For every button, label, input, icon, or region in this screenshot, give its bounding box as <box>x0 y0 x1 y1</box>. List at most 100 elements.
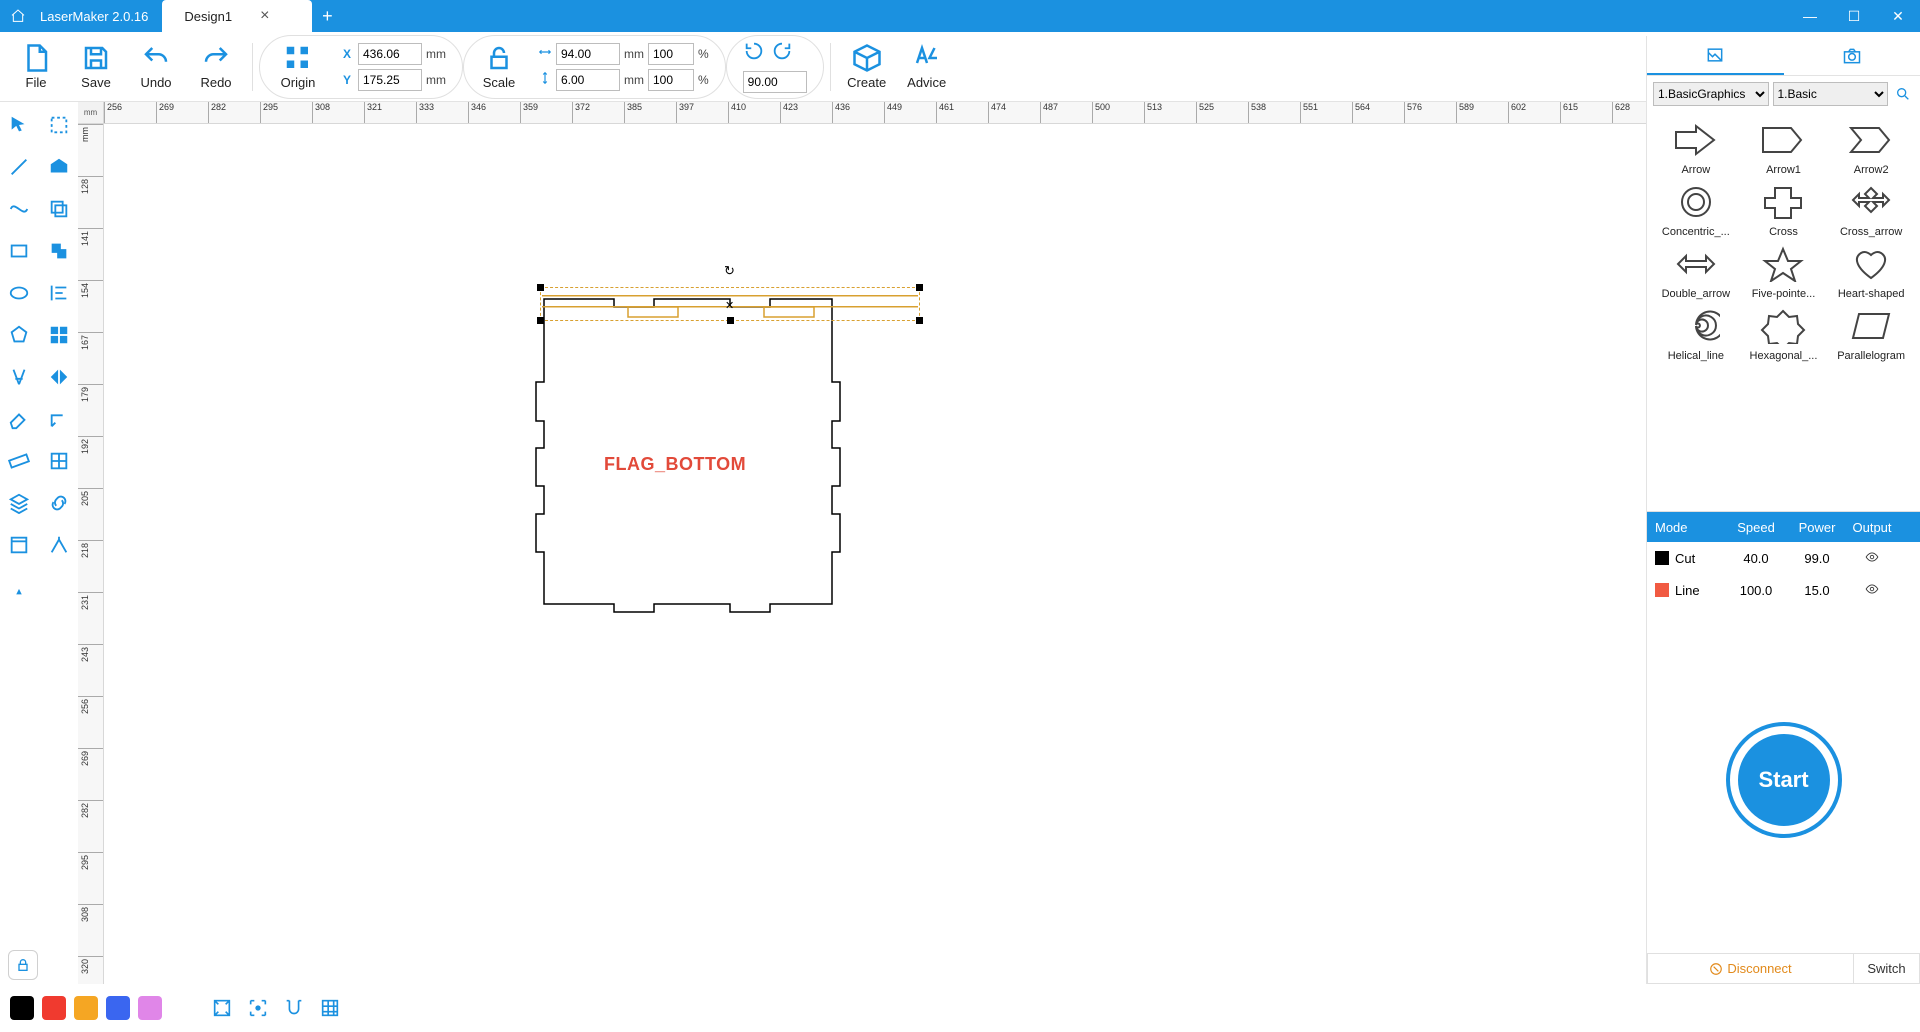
scale-lock-button[interactable]: Scale <box>474 35 524 99</box>
color-swatch[interactable] <box>10 996 34 1020</box>
tab-camera[interactable] <box>1784 36 1920 75</box>
left-toolbox <box>0 102 78 984</box>
line-tool[interactable] <box>8 156 30 178</box>
origin-button[interactable]: Origin <box>270 35 326 99</box>
duplicate-tool[interactable] <box>48 198 70 220</box>
y-label: Y <box>340 73 354 87</box>
tab-title: Design1 <box>184 9 232 24</box>
rotate-cw-icon[interactable] <box>771 40 793 65</box>
create-button[interactable]: Create <box>837 35 897 99</box>
maximize-button[interactable]: ☐ <box>1832 0 1876 32</box>
marquee-tool[interactable] <box>48 114 70 136</box>
group-rotate <box>726 35 824 99</box>
visibility-icon[interactable] <box>1863 582 1881 599</box>
ruler-tool[interactable] <box>8 450 30 472</box>
home-button[interactable] <box>0 0 36 32</box>
canvas-lock-button[interactable] <box>8 950 38 980</box>
shape-item[interactable]: Hexagonal_... <box>1741 302 1827 362</box>
fit-view-icon[interactable] <box>208 994 236 1022</box>
shape-item[interactable]: Helical_line <box>1653 302 1739 362</box>
laser-tool[interactable] <box>8 576 30 598</box>
layer-row[interactable]: Line100.015.0 <box>1647 574 1920 606</box>
shape-item[interactable]: Heart-shaped <box>1828 240 1914 300</box>
mirror-tool[interactable] <box>48 366 70 388</box>
switch-button[interactable]: Switch <box>1854 954 1920 984</box>
shape-item[interactable]: Arrow1 <box>1741 116 1827 176</box>
center-marker-icon: ✕ <box>725 299 734 312</box>
shape-item[interactable]: Cross <box>1741 178 1827 238</box>
rectangle-tool[interactable] <box>8 240 30 262</box>
right-panel: 1.BasicGraphics 1.Basic ArrowArrow1Arrow… <box>1646 36 1920 984</box>
bottom-bar <box>0 984 1646 1032</box>
library-category-select[interactable]: 1.BasicGraphics <box>1653 82 1769 106</box>
shape-item[interactable]: Five-pointe... <box>1741 240 1827 300</box>
app-name: LaserMaker 2.0.16 <box>36 9 162 24</box>
redo-button[interactable]: Redo <box>186 35 246 99</box>
height-input[interactable] <box>556 69 620 91</box>
library-subcategory-select[interactable]: 1.Basic <box>1773 82 1889 106</box>
align-tool[interactable] <box>48 282 70 304</box>
save-button[interactable]: Save <box>66 35 126 99</box>
shape-grid: ArrowArrow1Arrow2 Concentric_...CrossCros… <box>1647 112 1920 366</box>
search-icon[interactable] <box>1892 83 1914 105</box>
canvas-text-label[interactable]: FLAG_BOTTOM <box>604 454 746 475</box>
grid-tool[interactable] <box>48 324 70 346</box>
color-swatch[interactable] <box>42 996 66 1020</box>
file-button[interactable]: File <box>6 35 66 99</box>
height-pct-input[interactable] <box>648 69 694 91</box>
color-swatch[interactable] <box>74 996 98 1020</box>
crop-tool[interactable] <box>8 534 30 556</box>
advice-button[interactable]: Advice <box>897 35 957 99</box>
ellipse-tool[interactable] <box>8 282 30 304</box>
shape-item[interactable]: Concentric_... <box>1653 178 1739 238</box>
color-swatch[interactable] <box>138 996 162 1020</box>
snap-icon[interactable] <box>280 994 308 1022</box>
x-input[interactable] <box>358 43 422 65</box>
height-icon <box>538 71 552 88</box>
select-tool[interactable] <box>8 114 30 136</box>
shape-item[interactable]: Arrow2 <box>1828 116 1914 176</box>
y-input[interactable] <box>358 69 422 91</box>
selection-group[interactable]: ↻ ✕ <box>540 287 920 321</box>
close-button[interactable]: ✕ <box>1876 0 1920 32</box>
visibility-icon[interactable] <box>1863 550 1881 567</box>
polygon-tool[interactable] <box>8 324 30 346</box>
text-tool[interactable] <box>8 366 30 388</box>
undo-button[interactable]: Undo <box>126 35 186 99</box>
tab-library[interactable] <box>1647 36 1784 75</box>
link-tool[interactable] <box>48 492 70 514</box>
width-icon <box>538 45 552 62</box>
new-tab-button[interactable]: + <box>312 6 342 27</box>
color-swatch[interactable] <box>106 996 130 1020</box>
group-origin-pos: Origin X mm Y mm <box>259 35 463 99</box>
ruler-horizontal: 2562692822953083213333463593723853974104… <box>104 102 1646 124</box>
array-tool[interactable] <box>48 450 70 472</box>
canvas[interactable]: ↻ ✕ FLAG_BOTTOM <box>104 124 1646 984</box>
minimize-button[interactable]: — <box>1788 0 1832 32</box>
grid-icon[interactable] <box>316 994 344 1022</box>
shape-item[interactable]: Arrow <box>1653 116 1739 176</box>
center-view-icon[interactable] <box>244 994 272 1022</box>
rotation-input[interactable] <box>743 71 807 93</box>
width-input[interactable] <box>556 43 620 65</box>
layers-tool[interactable] <box>8 492 30 514</box>
document-tab[interactable]: Design1 × <box>162 0 312 32</box>
start-button[interactable]: Start <box>1730 726 1838 834</box>
titlebar: LaserMaker 2.0.16 Design1 × + — ☐ ✕ <box>0 0 1920 32</box>
rotate-handle-icon[interactable]: ↻ <box>724 263 735 279</box>
x-label: X <box>340 47 354 61</box>
shape-fill-tool[interactable] <box>48 156 70 178</box>
eraser-tool[interactable] <box>8 408 30 430</box>
disconnect-button[interactable]: Disconnect <box>1647 954 1854 984</box>
rotate-ccw-icon[interactable] <box>743 40 765 65</box>
shape-item[interactable]: Parallelogram <box>1828 302 1914 362</box>
tab-close-icon[interactable]: × <box>260 7 269 25</box>
union-tool[interactable] <box>48 240 70 262</box>
shape-item[interactable]: Cross_arrow <box>1828 178 1914 238</box>
shape-item[interactable]: Double_arrow <box>1653 240 1739 300</box>
edit-path-tool[interactable] <box>48 408 70 430</box>
layer-row[interactable]: Cut40.099.0 <box>1647 542 1920 574</box>
curve-tool[interactable] <box>8 198 30 220</box>
vectorize-tool[interactable] <box>48 534 70 556</box>
width-pct-input[interactable] <box>648 43 694 65</box>
